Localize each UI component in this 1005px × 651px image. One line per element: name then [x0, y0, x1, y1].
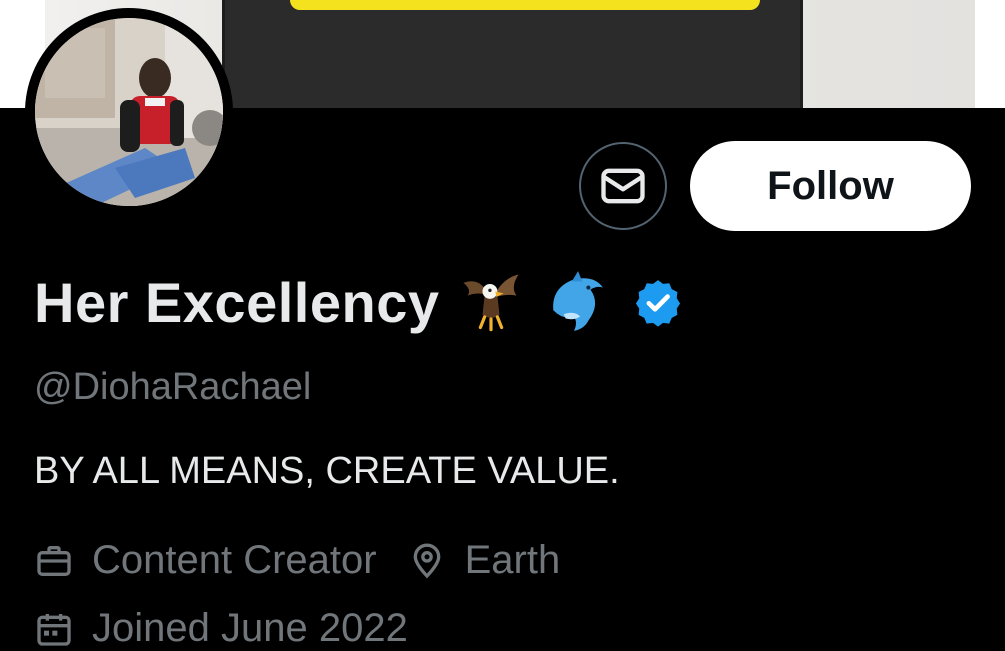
profession-item: Content Creator [34, 538, 377, 583]
joined-item: Joined June 2022 [34, 606, 408, 651]
name-row: Her Excellency [34, 262, 683, 342]
joined-text: Joined June 2022 [92, 606, 408, 650]
banner-screen [222, 0, 803, 108]
avatar[interactable] [25, 8, 233, 216]
verified-badge-icon[interactable] [633, 277, 683, 327]
avatar-photo [35, 18, 223, 206]
briefcase-icon [37, 545, 71, 576]
location-pin-icon [413, 543, 440, 578]
location-text: Earth [464, 538, 561, 582]
banner-yellow-bar [290, 0, 760, 10]
display-name: Her Excellency [34, 270, 440, 334]
handle: @DiohaRachael [34, 366, 312, 408]
calendar-icon [37, 613, 71, 646]
profession-text: Content Creator [92, 538, 377, 582]
message-button[interactable] [579, 142, 667, 230]
follow-button[interactable]: Follow [690, 141, 971, 231]
profile-meta: Content Creator Earth [34, 538, 590, 583]
bio: BY ALL MEANS, CREATE VALUE. [34, 450, 620, 492]
location-item: Earth [407, 538, 561, 583]
envelope-icon [601, 168, 645, 204]
dolphin-emoji [543, 267, 609, 337]
eagle-emoji [457, 268, 525, 336]
